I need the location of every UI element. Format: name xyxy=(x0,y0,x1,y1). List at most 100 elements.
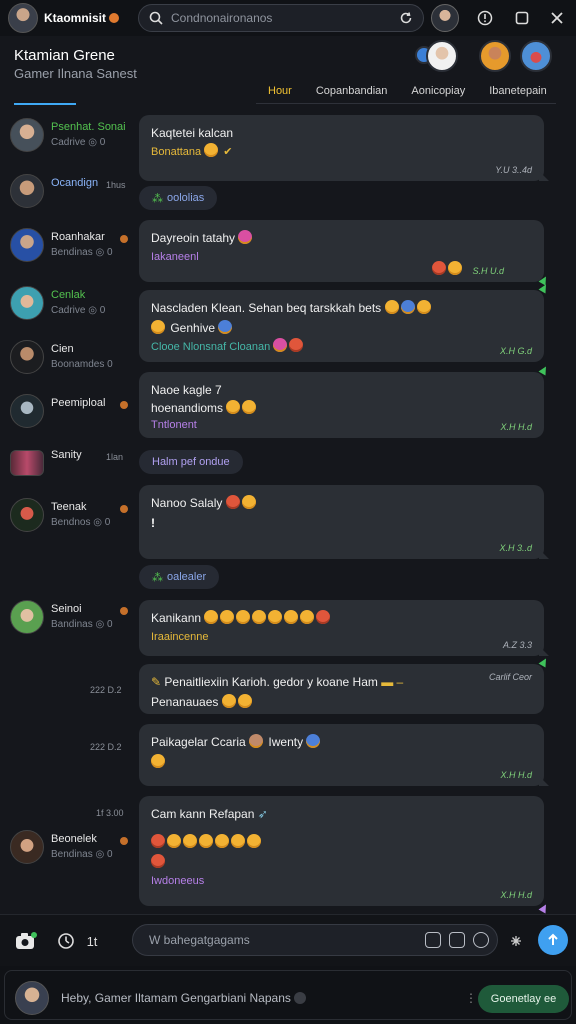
emoji-picker-icon[interactable] xyxy=(473,932,489,948)
emoji-icon xyxy=(215,834,229,848)
message-bubble[interactable]: Nanoo Salaly ! X.H 3..d xyxy=(139,485,549,559)
message-text: Kaqtetei kalcan xyxy=(151,126,234,140)
camera-icon[interactable] xyxy=(14,929,38,953)
participant-item[interactable]: Cenlak Cadrive ◎ 0 xyxy=(8,284,136,324)
participant-name: Seinoi xyxy=(51,603,82,615)
emoji-icon xyxy=(220,610,235,624)
emoji-icon xyxy=(316,610,331,624)
participant-item[interactable]: Roanhakar Bendinas ◎ 0 xyxy=(8,226,136,266)
message-bubble[interactable]: Kanikann Iraaincenne A.Z 3.3 xyxy=(139,600,549,656)
tab-copanbandian[interactable]: Copanbandian xyxy=(304,82,400,105)
participant-status: Boonamdes 0 xyxy=(51,359,113,370)
app-avatar[interactable] xyxy=(8,3,38,33)
status-dot xyxy=(120,235,128,243)
emoji-icon xyxy=(284,610,299,624)
emoji-icon xyxy=(151,320,165,334)
message-composer: 1t W bahegatgagams xyxy=(0,914,576,966)
emoji-icon xyxy=(416,300,431,314)
participant-item[interactable]: Cien Boonamdes 0 xyxy=(8,338,136,378)
emoji-icon xyxy=(300,610,315,624)
tab-ibanetepain[interactable]: Ibanetepain xyxy=(477,82,559,105)
status-dot xyxy=(120,401,128,409)
footer-card: Heby, Gamer Iltamam Gengarbiani Napans ⋮… xyxy=(4,970,572,1020)
message-text: Cam kann Refapan xyxy=(151,807,255,821)
emoji-icon xyxy=(432,261,446,275)
participant-name: Roanhakar xyxy=(51,231,105,243)
participant-name: Beonelek xyxy=(51,833,97,845)
search-input[interactable]: Condnonaironanos xyxy=(171,11,399,25)
pencil-icon: ✎ xyxy=(151,675,162,689)
participant-status: Bendinas ◎ 0 xyxy=(51,849,113,860)
emoji-icon xyxy=(236,610,251,624)
refresh-icon[interactable] xyxy=(399,11,413,25)
top-bar: Ktaomnisit Condnonaironanos xyxy=(0,0,576,36)
message-text: Nascladen Klean. Sehan beq tarskkah bets xyxy=(151,301,382,315)
message-input[interactable]: W bahegatgagams xyxy=(132,924,498,956)
message-bubble[interactable]: Paikagelar Ccaria Iwenty X.H H.d xyxy=(139,724,549,786)
profile-avatar[interactable] xyxy=(15,981,49,1015)
user-avatar[interactable] xyxy=(431,4,459,32)
info-icon[interactable] xyxy=(473,6,497,30)
participant-name: Cenlak xyxy=(51,289,86,301)
message-bubble[interactable]: Cam kann Refapan ➶ Iwdoneeus X.H H.d xyxy=(139,796,550,914)
message-subtext: Iraaincenne xyxy=(151,631,209,643)
attach-icon[interactable] xyxy=(504,929,528,953)
emoji-icon xyxy=(151,834,165,848)
emoji-icon xyxy=(199,834,213,848)
message-timestamp: X.H G.d xyxy=(499,346,532,356)
message-bubble[interactable]: ✎ Penaitliexiin Karioh. gedor y koane Ha… xyxy=(139,656,550,714)
message-bubble[interactable]: Naoe kagle 7 hoenandioms Tntlonent X.H H… xyxy=(139,364,550,438)
member-avatar[interactable] xyxy=(520,40,552,72)
tab-hour[interactable]: Hour xyxy=(256,82,304,105)
message-timestamp: X.H H.d xyxy=(500,890,532,900)
footer-action-button[interactable]: Goenetlay ee xyxy=(478,985,569,1013)
emoji-icon xyxy=(226,400,241,414)
member-avatar[interactable] xyxy=(479,40,511,72)
message-tag: Clooe Nlonsnaf Cloanan xyxy=(151,341,271,353)
avatar xyxy=(10,498,44,532)
timer-icon[interactable] xyxy=(54,929,78,953)
message-tag: Tntlonent xyxy=(151,419,197,431)
close-icon[interactable] xyxy=(545,6,569,30)
gif-icon[interactable] xyxy=(425,932,441,948)
search-bar[interactable]: Condnonaironanos xyxy=(138,4,424,32)
drag-handle-icon[interactable]: ⋮ xyxy=(465,991,477,1005)
emoji-icon xyxy=(249,734,264,748)
participant-time: 1hus xyxy=(106,180,126,190)
emoji-icon xyxy=(268,610,283,624)
message-timestamp: Y.U 3..4d xyxy=(495,165,532,175)
participant-item[interactable]: Teenak Bendnos ◎ 0 xyxy=(8,496,136,536)
participant-item[interactable]: Sanity 1lan xyxy=(8,444,136,484)
search-icon xyxy=(149,11,163,25)
member-avatar[interactable] xyxy=(426,40,458,72)
avatar xyxy=(10,228,44,262)
participant-item[interactable]: Beonelek Bendinas ◎ 0 xyxy=(8,828,136,868)
message-time: 222 D.2 xyxy=(90,685,122,695)
message-timestamp: A.Z 3.3 xyxy=(502,640,532,650)
participant-name: Psenhat. Sonai xyxy=(51,121,126,133)
message-time: 222 D.2 xyxy=(90,742,122,752)
participant-status: Bendnos ◎ 0 xyxy=(51,517,111,528)
participant-item[interactable]: Peemiploal xyxy=(8,392,136,432)
participant-item[interactable]: Seinoi Bandinas ◎ 0 xyxy=(8,598,136,638)
tab-aonicopiay[interactable]: Aonicopiay xyxy=(399,82,477,105)
sticker-icon[interactable] xyxy=(449,932,465,948)
status-dot xyxy=(120,607,128,615)
active-indicator xyxy=(14,103,76,105)
participant-item[interactable]: Ocandign 1hus xyxy=(8,172,136,212)
participant-status: Bandinas ◎ 0 xyxy=(51,619,113,630)
emoji-icon xyxy=(167,834,181,848)
emoji-icon xyxy=(384,300,399,314)
message-bubble[interactable]: Kaqtetei kalcan Bonattana ✔ Y.U 3..4d xyxy=(139,115,549,181)
tab-bar: Hour Copanbandian Aonicopiay Ibanetepain xyxy=(256,82,559,105)
maximize-icon[interactable] xyxy=(510,6,534,30)
date-divider: Halm pef ondue xyxy=(139,450,243,474)
message-bubble[interactable]: Dayreoin tatahy Iakaneenl S.H U.d xyxy=(139,220,550,286)
emoji-icon xyxy=(306,734,321,748)
send-button[interactable] xyxy=(538,925,568,955)
participant-name: Cien xyxy=(51,343,74,355)
message-bubble[interactable]: Nascladen Klean. Sehan beq tarskkah bets… xyxy=(139,282,550,362)
message-text: Dayreoin tatahy xyxy=(151,231,236,245)
participant-item[interactable]: Psenhat. Sonai Cadrive ◎ 0 xyxy=(8,116,136,156)
message-timestamp: X.H 3..d xyxy=(499,543,532,553)
